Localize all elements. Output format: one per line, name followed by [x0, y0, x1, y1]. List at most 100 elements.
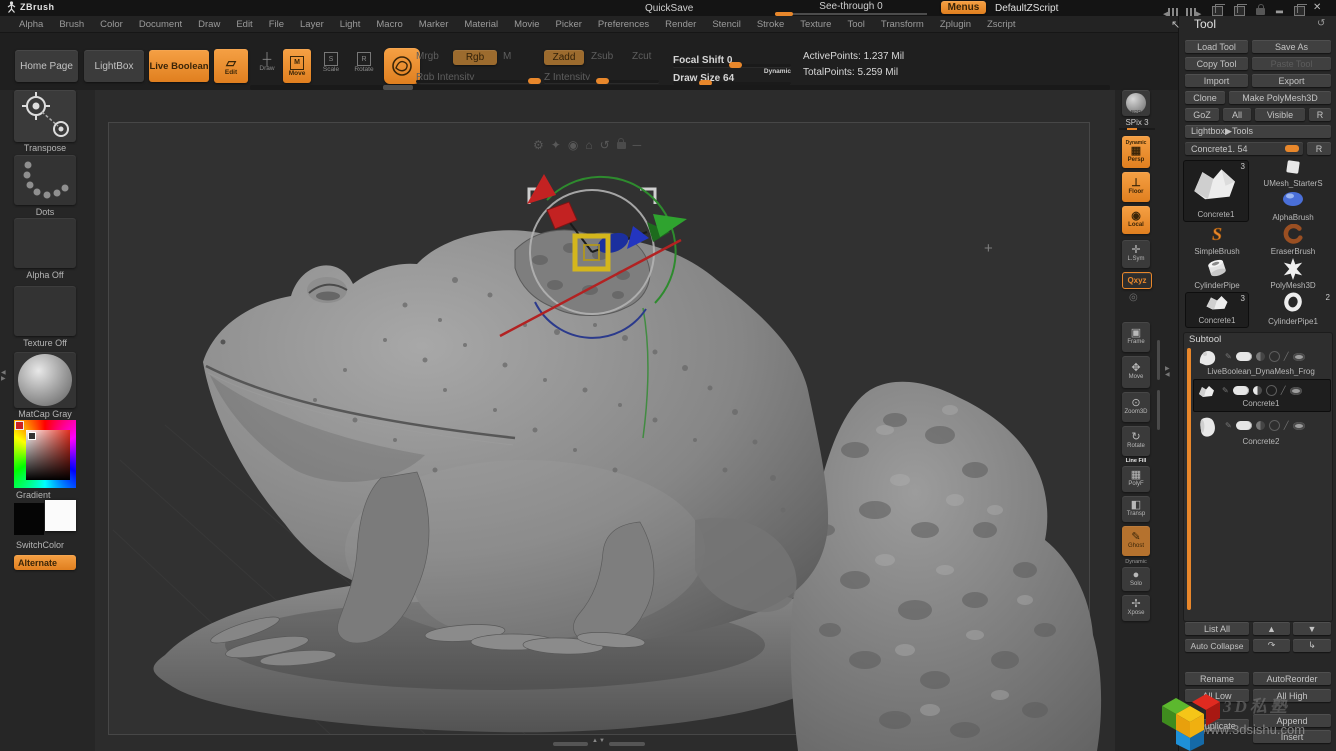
menu-tool[interactable]: Tool [839, 19, 872, 30]
gizmo-collapse-icon[interactable]: ─ [633, 139, 642, 151]
paste-tool-button[interactable]: Paste Tool [1252, 57, 1331, 70]
color-picker[interactable] [14, 420, 76, 488]
canvas-scroll-arrows[interactable]: ▲▼ [592, 738, 606, 744]
viewport[interactable]: ⚙ ✦ ◉ ⌂ ↺ ─ + ▲▼ [95, 90, 1115, 751]
focal-shift-slider[interactable]: Focal Shift 0 [673, 50, 791, 68]
alternate-button[interactable]: Alternate [14, 555, 76, 570]
edit-button[interactable]: ▱ Edit [214, 49, 248, 83]
subtool-brush-icon[interactable]: ✎ [1225, 422, 1232, 430]
local-button[interactable]: ◉ Local [1122, 206, 1150, 234]
gizmo-pivot-marker-icon[interactable]: ◉ [568, 139, 578, 151]
left-tray-divider-arrows[interactable]: ◀▶ [1, 370, 6, 382]
boolean-intersect-icon[interactable] [1266, 385, 1277, 396]
zcut-button[interactable]: Zcut [632, 51, 651, 62]
tool-item[interactable]: AlphaBrush [1253, 190, 1333, 222]
subtool-brush-icon[interactable]: ✎ [1222, 387, 1229, 395]
close-window-icon[interactable]: ✕ [1313, 2, 1321, 13]
xpose-button[interactable]: ✢ Xpose [1122, 595, 1150, 621]
goz-button[interactable]: GoZ [1185, 108, 1219, 121]
clone-button[interactable]: Clone [1185, 91, 1225, 104]
boolean-intersect-icon[interactable] [1269, 420, 1280, 431]
menu-movie[interactable]: Movie [506, 19, 547, 30]
menu-color[interactable]: Color [92, 19, 131, 30]
alpha-tile[interactable] [14, 218, 76, 268]
dots-stroke-tile[interactable] [14, 155, 76, 205]
boulder-rock[interactable] [791, 382, 1101, 751]
menu-zscript[interactable]: Zscript [979, 19, 1024, 30]
polypaint-icon[interactable]: ╱ [1281, 387, 1286, 395]
boolean-intersect-icon[interactable] [1269, 351, 1280, 362]
pivot-icon[interactable]: ◎ [1129, 292, 1138, 303]
bpr-render-button[interactable]: BPR [1122, 90, 1150, 116]
gizmo-gear-icon[interactable]: ⚙ [533, 139, 544, 151]
move-view-button[interactable]: ✥ Move [1122, 356, 1150, 388]
boolean-subtract-icon[interactable] [1256, 352, 1265, 361]
matcap-tile[interactable] [14, 352, 76, 408]
draw-button[interactable]: ┼ Draw [252, 53, 282, 72]
tool-item[interactable]: UMesh_StarterS [1253, 158, 1333, 188]
menu-material[interactable]: Material [456, 19, 506, 30]
menu-preferences[interactable]: Preferences [590, 19, 657, 30]
tool-item[interactable]: EraserBrush [1253, 224, 1333, 256]
lightbox-button[interactable]: LightBox [84, 50, 144, 82]
current-brush-button[interactable] [384, 48, 420, 84]
rotate-view-button[interactable]: ↻ Rotate [1122, 426, 1150, 456]
boolean-union-icon[interactable] [1233, 386, 1249, 395]
lightbox-tools-button[interactable]: Lightbox▶Tools [1185, 125, 1331, 138]
polypaint-icon[interactable]: ╱ [1284, 353, 1289, 361]
visibility-eye-icon[interactable] [1293, 422, 1305, 430]
menu-macro[interactable]: Macro [368, 19, 410, 30]
rename-button[interactable]: Rename [1185, 672, 1249, 685]
zoom3d-button[interactable]: ⊙ Zoom3D [1122, 392, 1150, 422]
zadd-button[interactable]: Zadd [544, 50, 584, 65]
goz-visible-button[interactable]: Visible [1255, 108, 1305, 121]
goz-all-button[interactable]: All [1223, 108, 1251, 121]
make-polymesh3d-button[interactable]: Make PolyMesh3D [1229, 91, 1331, 104]
menu-layer[interactable]: Layer [292, 19, 332, 30]
active-tool-slider-knob[interactable] [1285, 145, 1299, 152]
canvas-scrollbar-right[interactable] [609, 742, 645, 746]
live-boolean-button[interactable]: Live Boolean [149, 50, 209, 82]
tool-item[interactable]: 2 CylinderPipe1 [1253, 292, 1333, 328]
default-zscript-button[interactable]: DefaultZScript [995, 3, 1058, 14]
boolean-union-icon[interactable] [1236, 352, 1252, 361]
mrgb-button[interactable]: Mrgb [416, 51, 439, 62]
rotate-button[interactable]: R Rotate [349, 52, 379, 73]
extract-down-button[interactable]: ↳ [1293, 639, 1331, 652]
picker-saturation-square[interactable] [26, 430, 70, 480]
menu-transform[interactable]: Transform [873, 19, 932, 30]
menu-picker[interactable]: Picker [548, 19, 590, 30]
dynamic-draw-size-toggle[interactable]: Dynamic [764, 68, 791, 75]
z-intensity-slider[interactable]: Z Intensity [544, 67, 659, 85]
transp-button[interactable]: ◧ Transp [1122, 496, 1150, 522]
rgb-intensity-slider[interactable]: Rgb Intensity [416, 67, 541, 85]
move-down-button[interactable]: ▼ [1293, 622, 1331, 635]
see-through-slider[interactable]: See-through 0 [775, 1, 927, 15]
goz-r-button[interactable]: R [1309, 108, 1331, 121]
menu-document[interactable]: Document [131, 19, 190, 30]
strip-divider-arrows[interactable]: ▶◀ [1165, 366, 1170, 378]
tool-item[interactable]: S SimpleBrush [1185, 224, 1249, 256]
floor-button[interactable]: ⊥ Floor [1122, 172, 1150, 202]
subtool-brush-icon[interactable]: ✎ [1225, 353, 1232, 361]
move-button[interactable]: M Move [283, 49, 311, 83]
gizmo-reset-icon[interactable]: ↺ [600, 139, 610, 151]
transpose-tile[interactable] [14, 90, 76, 142]
autoreorder-button[interactable]: AutoReorder [1253, 672, 1331, 685]
home-page-button[interactable]: Home Page [15, 50, 78, 82]
visibility-eye-icon[interactable] [1290, 387, 1302, 395]
menu-file[interactable]: File [261, 19, 292, 30]
gizmo-lock-icon[interactable] [617, 136, 626, 154]
m-button[interactable]: M [503, 51, 511, 62]
menu-render[interactable]: Render [657, 19, 704, 30]
subtool-row-selected[interactable]: ✎ ╱ Concrete1 [1193, 379, 1331, 412]
move-up-button[interactable]: ▲ [1253, 622, 1290, 635]
subtool-scroll-indicator[interactable] [1187, 348, 1191, 610]
active-tool-slider[interactable]: Concrete1. 54 [1185, 142, 1303, 155]
minimize-icon[interactable]: ▂ [1276, 3, 1283, 14]
strip-scrollbar-top[interactable] [1157, 340, 1160, 380]
frame-button[interactable]: ▣ Frame [1122, 322, 1150, 352]
menu-draw[interactable]: Draw [190, 19, 228, 30]
menu-marker[interactable]: Marker [411, 19, 457, 30]
auto-collapse-button[interactable]: Auto Collapse [1185, 639, 1249, 652]
